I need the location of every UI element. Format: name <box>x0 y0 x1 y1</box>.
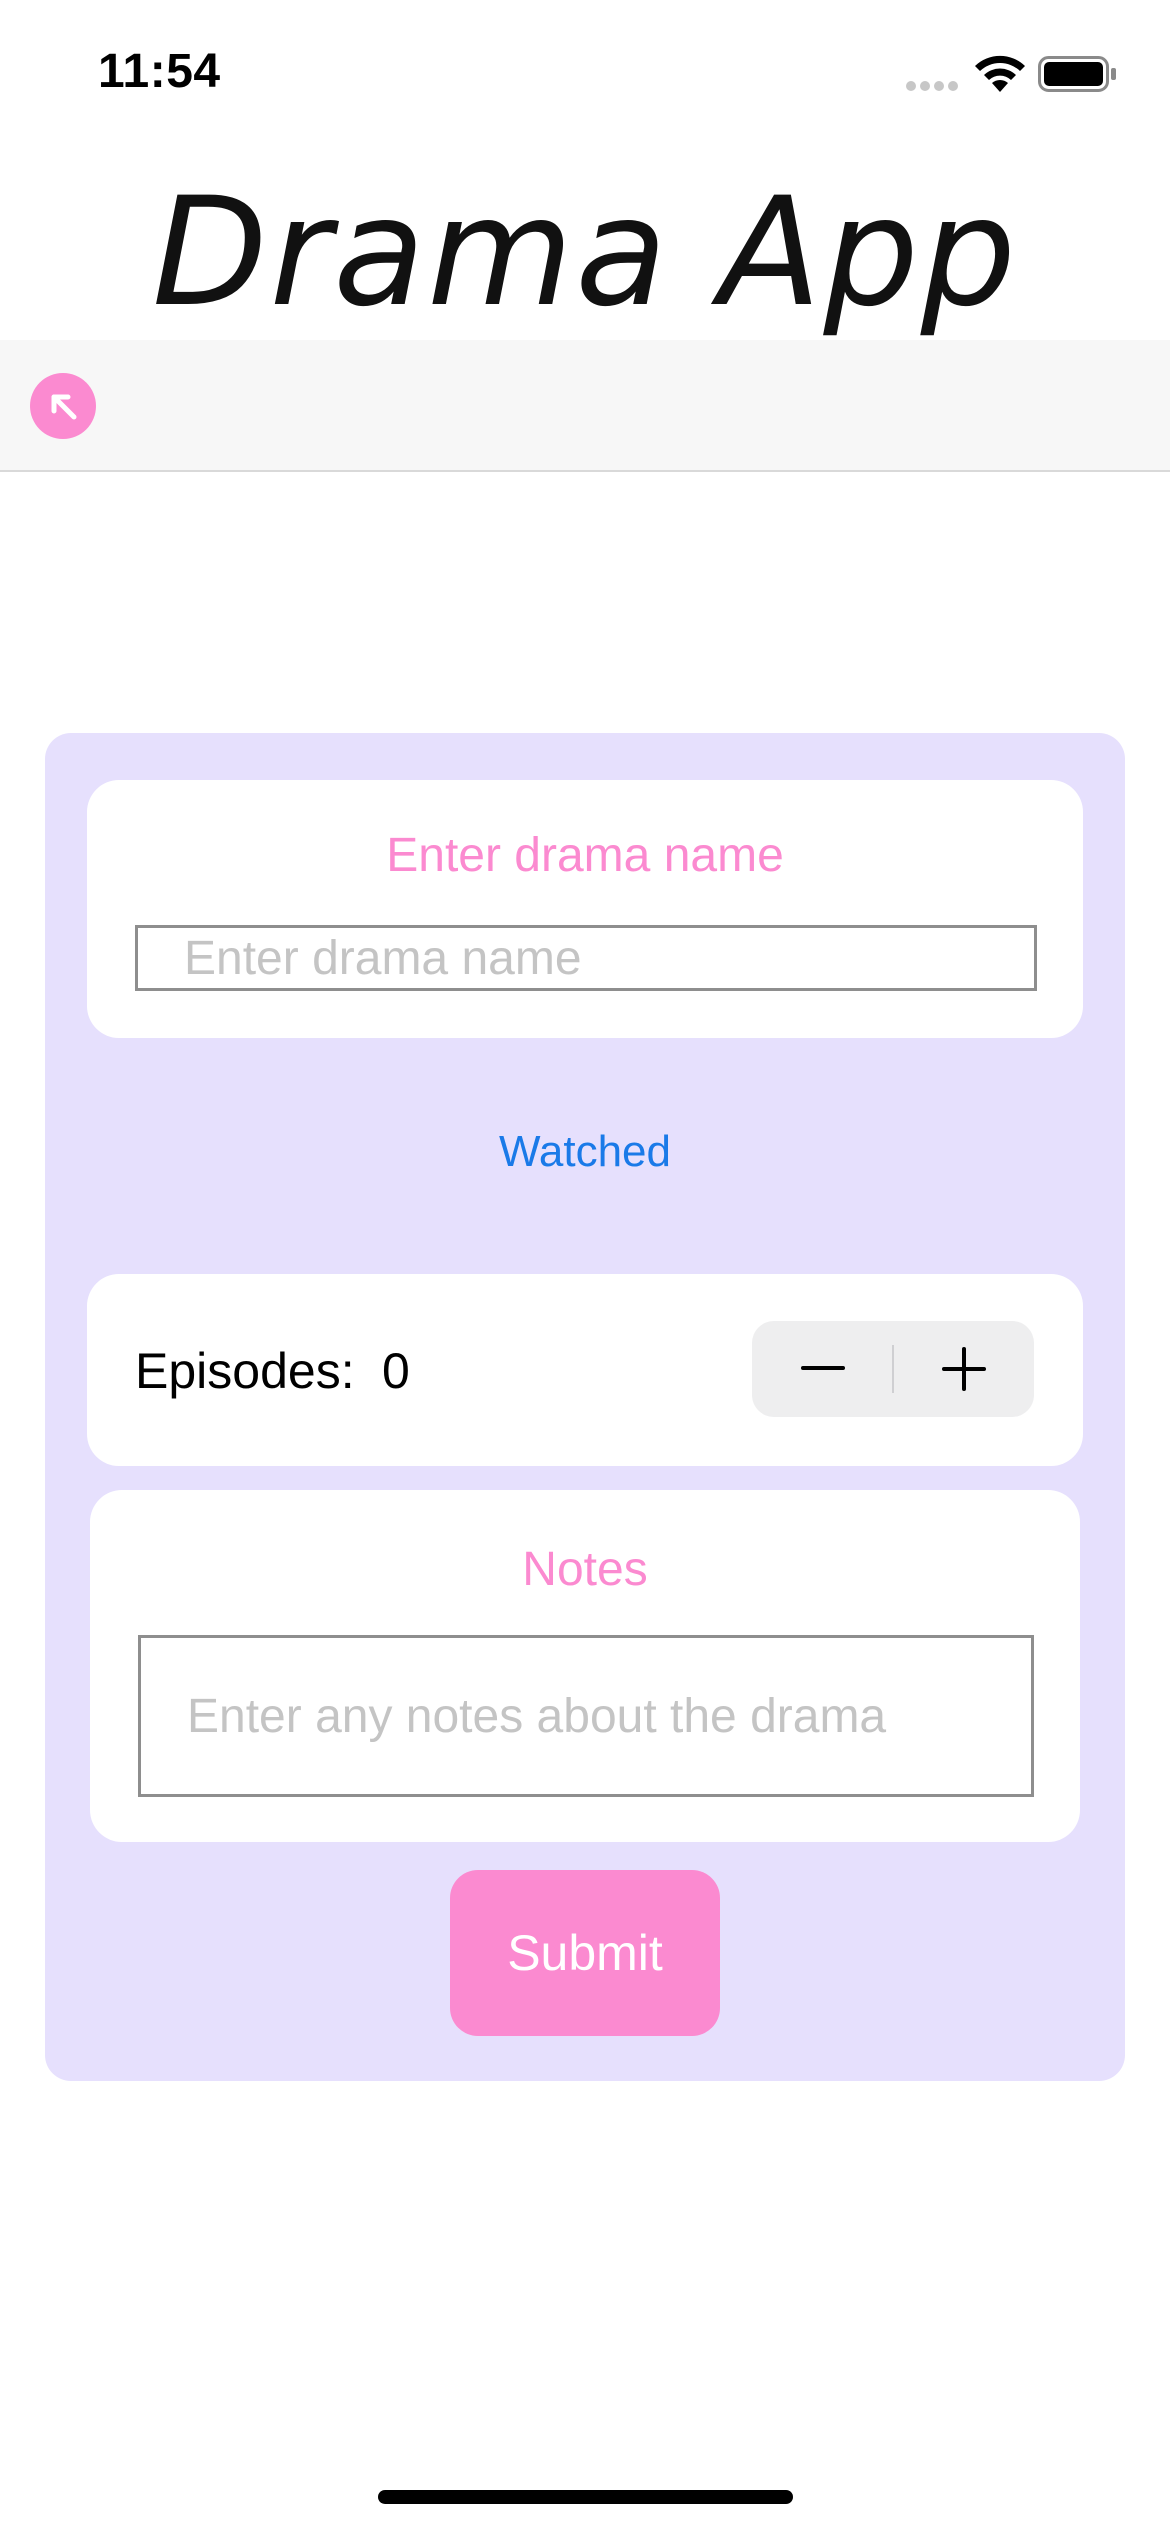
wifi-icon <box>975 55 1025 92</box>
episodes-label: Episodes: <box>135 1343 355 1399</box>
episodes-count: 0 <box>382 1343 410 1399</box>
battery-icon <box>1038 56 1116 92</box>
arrow-up-left-icon <box>51 394 77 420</box>
drama-name-heading: Enter drama name <box>386 829 784 882</box>
decrement-button[interactable] <box>752 1321 893 1417</box>
navigation-bar <box>0 340 1170 472</box>
episodes-stepper <box>752 1321 1034 1417</box>
back-button[interactable] <box>30 373 96 439</box>
notes-heading: Notes <box>522 1543 648 1596</box>
status-bar: 11:54 <box>0 0 1170 150</box>
notes-section: Notes <box>90 1490 1080 1842</box>
plus-icon <box>941 1347 986 1391</box>
drama-name-input[interactable] <box>135 925 1037 991</box>
drama-name-section: Enter drama name <box>87 780 1083 1038</box>
status-time: 11:54 <box>98 45 221 98</box>
minus-icon <box>800 1366 845 1370</box>
cellular-signal-icon <box>906 81 958 91</box>
screen: 11:54 Drama App Enter drama name Enter d… <box>0 0 1170 2532</box>
drama-form: Enter drama name Watched Episodes: 0 <box>45 733 1125 2081</box>
notes-input[interactable] <box>138 1635 1034 1797</box>
increment-button[interactable] <box>893 1321 1034 1417</box>
home-indicator[interactable] <box>378 2490 793 2504</box>
app-title: Drama App <box>152 168 1018 340</box>
watched-button[interactable]: Watched <box>45 1127 1125 1177</box>
episodes-section: Episodes: 0 <box>87 1274 1083 1466</box>
submit-button[interactable]: Submit <box>450 1870 720 2036</box>
